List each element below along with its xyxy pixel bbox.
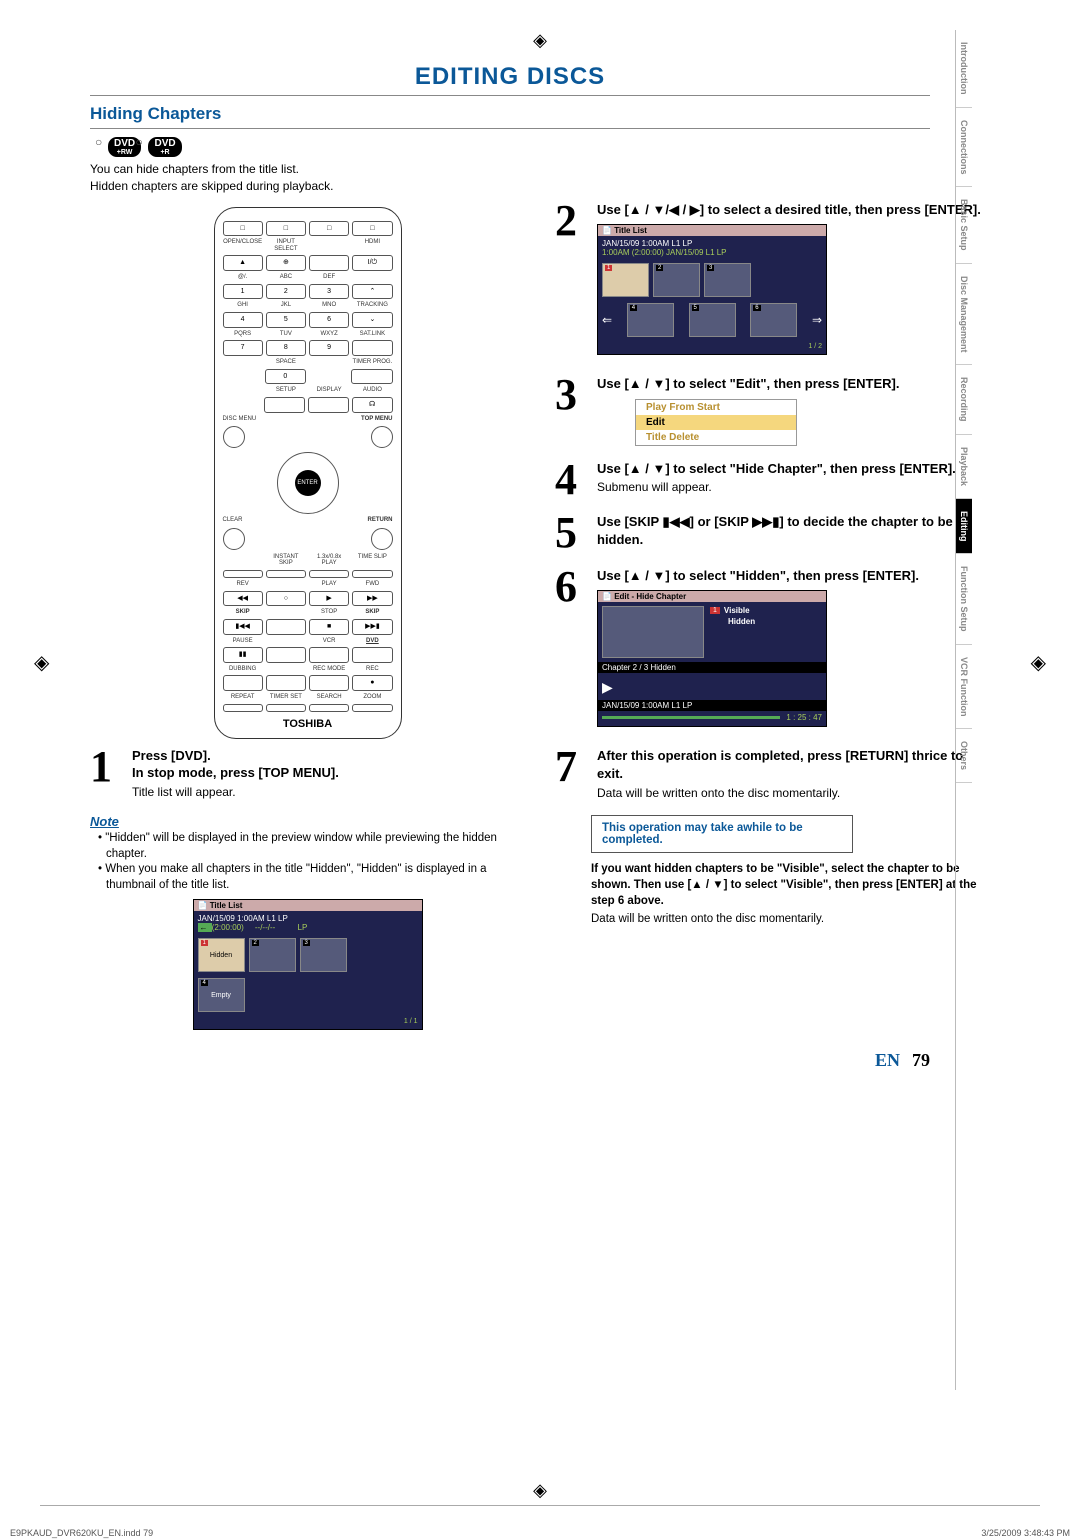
visible-note-sub: Data will be written onto the disc momen… bbox=[591, 913, 990, 925]
remote-control-diagram: □□□□ OPEN/CLOSEINPUT SELECTHDMI ▲⊕I/⏻ @/… bbox=[214, 207, 402, 739]
step-4: 4 Use [▲ / ▼] to select "Hide Chapter", … bbox=[555, 460, 990, 500]
visible-note: If you want hidden chapters to be "Visib… bbox=[591, 861, 990, 909]
page-footer: E9PKAUD_DVR620KU_EN.indd 79 3/25/2009 3:… bbox=[0, 1526, 1080, 1540]
step-6: 6 Use [▲ / ▼] to select "Hidden", then p… bbox=[555, 567, 990, 734]
titlelist-screen-note: 📄 Title List JAN/15/09 1:00AM L1 LP ← (2… bbox=[193, 899, 423, 1030]
section-title: Hiding Chapters bbox=[90, 104, 990, 124]
page-title: EDITING DISCS bbox=[90, 63, 930, 96]
registration-mark-right: ◈ bbox=[1031, 650, 1046, 675]
note-heading: Note bbox=[90, 814, 525, 829]
remote-brand: TOSHIBA bbox=[223, 718, 393, 730]
tab-recording[interactable]: Recording bbox=[956, 365, 972, 435]
registration-mark-top: ◈ bbox=[90, 30, 990, 51]
dpad-icon bbox=[277, 452, 339, 514]
manual-page: ◈ ◈ ◈ EDITING DISCS Hiding Chapters DVD+… bbox=[90, 30, 990, 1470]
note-body: • "Hidden" will be displayed in the prev… bbox=[90, 831, 525, 893]
tab-introduction[interactable]: Introduction bbox=[956, 30, 972, 108]
tab-basic-setup[interactable]: Basic Setup bbox=[956, 187, 972, 264]
intro-text-1: You can hide chapters from the title lis… bbox=[90, 161, 990, 178]
step-number: 1 bbox=[90, 747, 124, 800]
step-sub: Title list will appear. bbox=[132, 784, 339, 800]
footer-file: E9PKAUD_DVR620KU_EN.indd 79 bbox=[10, 1528, 153, 1538]
registration-mark-bottom: ◈ bbox=[0, 1480, 1080, 1501]
intro-text-2: Hidden chapters are skipped during playb… bbox=[90, 178, 990, 195]
edit-menu: Play From Start Edit Title Delete bbox=[635, 399, 797, 446]
tab-playback[interactable]: Playback bbox=[956, 435, 972, 499]
operation-warning: This operation may take awhile to be com… bbox=[591, 815, 853, 853]
tab-others[interactable]: Others bbox=[956, 729, 972, 783]
tab-disc-management[interactable]: Disc Management bbox=[956, 264, 972, 366]
tab-connections[interactable]: Connections bbox=[956, 108, 972, 188]
tab-vcr-function[interactable]: VCR Function bbox=[956, 645, 972, 730]
step-7: 7 After this operation is completed, pre… bbox=[555, 747, 990, 800]
registration-mark-left: ◈ bbox=[34, 650, 49, 675]
page-number: EN79 bbox=[90, 1050, 930, 1071]
divider bbox=[90, 128, 930, 129]
badge-dvd-r: DVD+R bbox=[148, 137, 181, 157]
titlelist-screen-step2: 📄 Title List JAN/15/09 1:00AM L1 LP 1:00… bbox=[597, 224, 827, 355]
step-headline: Press [DVD]. In stop mode, press [TOP ME… bbox=[132, 747, 339, 782]
hide-chapter-screen: 📄 Edit - Hide Chapter 1 Visible Hidden bbox=[597, 590, 827, 727]
step-1: 1 Press [DVD]. In stop mode, press [TOP … bbox=[90, 747, 525, 800]
step-3: 3 Use [▲ / ▼] to select "Edit", then pre… bbox=[555, 375, 990, 446]
disc-badges: DVD+RW DVD+R bbox=[108, 137, 990, 157]
step-2: 2 Use [▲ / ▼/◀ / ▶] to select a desired … bbox=[555, 201, 990, 362]
footer-timestamp: 3/25/2009 3:48:43 PM bbox=[981, 1528, 1070, 1538]
step-5: 5 Use [SKIP ▮◀◀] or [SKIP ▶▶▮] to decide… bbox=[555, 513, 990, 553]
sidebar-tabs: Introduction Connections Basic Setup Dis… bbox=[955, 30, 1010, 1390]
tab-function-setup[interactable]: Function Setup bbox=[956, 554, 972, 645]
tab-editing[interactable]: Editing bbox=[956, 499, 972, 555]
